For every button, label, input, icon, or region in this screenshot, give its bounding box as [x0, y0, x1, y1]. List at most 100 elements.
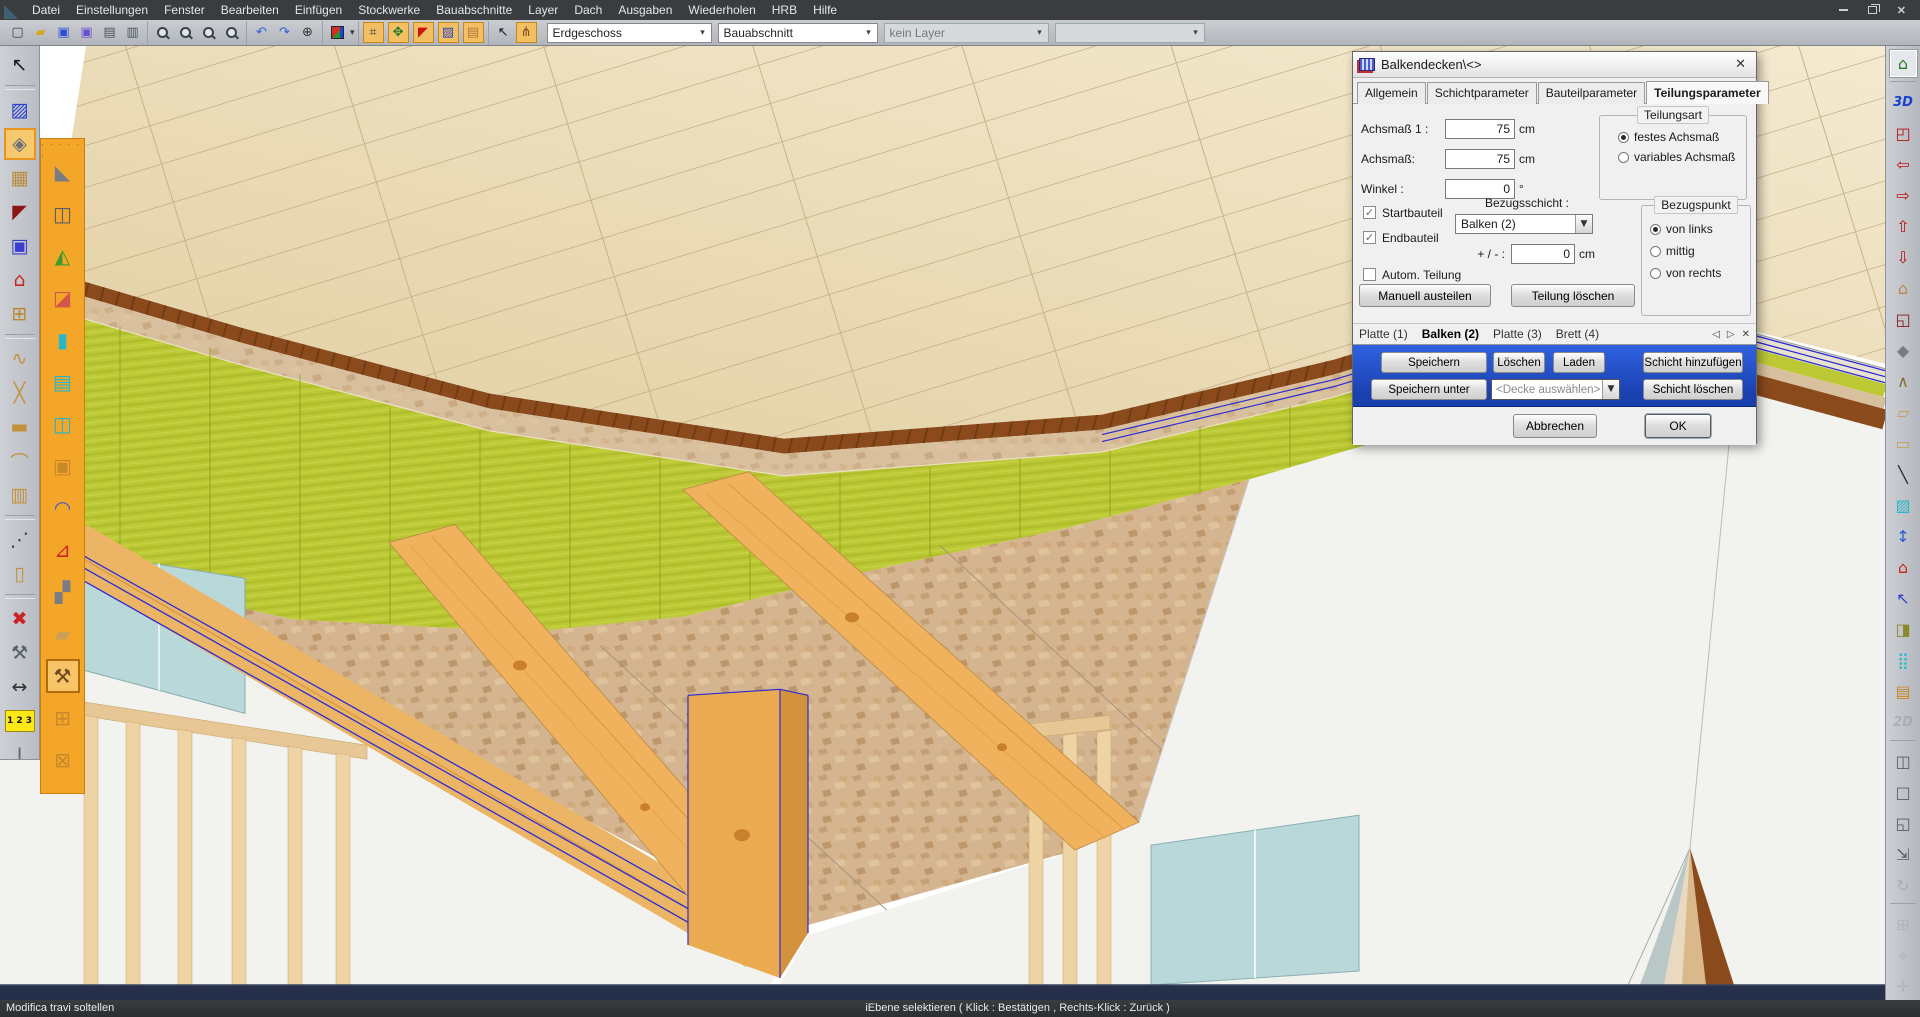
speichern-button[interactable]: Speichern	[1381, 352, 1487, 373]
combo-arrow-icon[interactable]: ▾	[1188, 28, 1204, 38]
layer-prev-icon[interactable]: ◁	[1712, 329, 1720, 340]
dimension-tool[interactable]: ↔	[4, 671, 36, 703]
plank-pile-tool[interactable]: ▰	[46, 617, 80, 651]
view-icon[interactable]	[1890, 81, 1916, 85]
section-combo[interactable]: Bauabschnitt ▾	[718, 23, 878, 43]
dialog-tab[interactable]: Teilungsparameter	[1646, 81, 1768, 104]
menu-item[interactable]: Fenster	[156, 0, 213, 20]
center-target-icon[interactable]: ⊕	[297, 22, 318, 43]
layer-tab[interactable]: Brett (4)	[1556, 327, 1599, 341]
ok-button[interactable]: OK	[1645, 414, 1711, 438]
dialog-tab[interactable]: Bauteilparameter	[1538, 82, 1645, 104]
measure-arrows-icon[interactable]: ✥	[388, 22, 409, 43]
roof-cut-view[interactable]: ◆	[1890, 337, 1917, 364]
menu-item[interactable]: Bearbeiten	[213, 0, 287, 20]
step-tool[interactable]: ▞	[46, 575, 80, 609]
checkbox-option[interactable]: ✓ Endbauteil	[1363, 225, 1443, 250]
line-tool[interactable]: ⋰	[4, 524, 36, 556]
zoom-in-icon[interactable]	[152, 22, 173, 43]
field-input[interactable]: 75	[1445, 149, 1515, 169]
schicht-loeschen-button[interactable]: Schicht löschen	[1643, 379, 1743, 400]
pointer-mode-icon[interactable]: ↖	[493, 22, 514, 43]
menu-item[interactable]: HRB	[764, 0, 805, 20]
loeschen-button[interactable]: Löschen	[1493, 352, 1545, 373]
mirror-tool[interactable]: ◭	[46, 239, 80, 273]
door-plus-tool[interactable]: ⊞	[46, 701, 80, 735]
select-tool[interactable]: ↖	[4, 49, 36, 81]
radio-option[interactable]: von links	[1650, 222, 1750, 236]
laden-button[interactable]: Laden	[1553, 352, 1605, 373]
new-file-icon[interactable]: ▢	[7, 22, 28, 43]
window-tool[interactable]: ▦	[4, 162, 36, 194]
dialog-tab[interactable]: Schichtparameter	[1427, 82, 1537, 104]
decke-auswaehlen-combo[interactable]: <Decke auswählen> ▼	[1491, 379, 1620, 400]
combo-arrow-icon[interactable]: ▾	[861, 28, 877, 38]
diagonal-tool[interactable]: ╲	[1890, 461, 1917, 488]
covering-tool[interactable]: ⊞	[4, 298, 36, 330]
menu-item[interactable]: Stockwerke	[350, 0, 428, 20]
radio-option[interactable]: von rechts	[1650, 266, 1750, 280]
menu-item[interactable]: Layer	[520, 0, 566, 20]
offset-input[interactable]: 0	[1511, 244, 1575, 264]
view-left[interactable]: ⇦	[1890, 151, 1917, 178]
triangle-tool[interactable]: ◣	[46, 155, 80, 189]
box-tool[interactable]: ▮	[46, 323, 80, 357]
window-split-icon[interactable]: ◱	[1890, 810, 1917, 837]
redo-icon[interactable]: ↷	[274, 22, 295, 43]
points-panel-icon[interactable]: ⣿	[1890, 647, 1917, 674]
print-preview-icon[interactable]: ▥	[122, 22, 143, 43]
flyout-handle[interactable]: · · · · · ·	[41, 139, 84, 151]
dialog-titlebar[interactable]: Balkendecken\<> ✕	[1353, 52, 1756, 78]
truss-view[interactable]: ∧	[1890, 368, 1917, 395]
plane-view[interactable]: ▱	[1890, 399, 1917, 426]
timber-tool[interactable]: ▬	[4, 411, 36, 443]
view-icon[interactable]	[1890, 903, 1916, 907]
view-2d[interactable]: 2D	[1890, 709, 1917, 736]
layout-tool[interactable]: ◫	[46, 407, 80, 441]
open-folder-icon[interactable]: ▰	[30, 22, 51, 43]
view-right[interactable]: ⇨	[1890, 182, 1917, 209]
undo-icon[interactable]: ↶	[251, 22, 272, 43]
radio-option[interactable]: festes Achsmaß	[1618, 130, 1746, 144]
tool-icon[interactable]	[5, 594, 35, 599]
menu-item[interactable]: Wiederholen	[680, 0, 763, 20]
menu-item[interactable]: Einfügen	[287, 0, 350, 20]
menu-item[interactable]: Hilfe	[805, 0, 845, 20]
select-element-tool[interactable]: ↖	[1890, 585, 1917, 612]
print-icon[interactable]: ▤	[99, 22, 120, 43]
ceiling-tool[interactable]: ◈	[4, 128, 36, 160]
arc-tool[interactable]: ⌒	[4, 445, 36, 477]
field-input[interactable]: 75	[1445, 119, 1515, 139]
ref-edge-icon[interactable]: ⊞	[1890, 911, 1917, 938]
checkbox-option[interactable]: ✓ Startbauteil	[1363, 200, 1443, 225]
menu-item[interactable]: Einstellungen	[68, 0, 156, 20]
teilung-loeschen-button[interactable]: Teilung löschen	[1511, 284, 1635, 307]
radio-option[interactable]: mittig	[1650, 244, 1750, 258]
save-icon[interactable]: ▣	[53, 22, 74, 43]
rotate-view-icon[interactable]: ↻	[1890, 872, 1917, 899]
combo-arrow-icon[interactable]: ▾	[1032, 28, 1048, 38]
section-view[interactable]: ▨	[1890, 492, 1917, 519]
dropdown-arrow-icon[interactable]: ▼	[1602, 380, 1619, 399]
repair-tool[interactable]: ⚒	[4, 637, 36, 669]
view-cube-icon[interactable]	[327, 22, 348, 43]
column-tool[interactable]: ▯	[4, 558, 36, 590]
radio-option[interactable]: variables Achsmaß	[1618, 150, 1746, 164]
menu-item[interactable]: Bauabschnitte	[428, 0, 520, 20]
house-tool[interactable]: ⌂	[4, 264, 36, 296]
cross-icon[interactable]: ✛	[1890, 973, 1917, 1000]
menu-item[interactable]: Datei	[24, 0, 68, 20]
beam-view[interactable]: ▭	[1890, 430, 1917, 457]
dome-tool[interactable]: ◠	[46, 491, 80, 525]
window-full-icon[interactable]: □	[1890, 779, 1917, 806]
truss-tool[interactable]: ⊿	[46, 533, 80, 567]
schicht-hinzufuegen-button[interactable]: Schicht hinzufügen	[1643, 352, 1743, 373]
frame-tool[interactable]: ▣	[46, 449, 80, 483]
hatch-plane-icon[interactable]: ▨	[438, 22, 459, 43]
door-hammer-tool[interactable]: ⊠	[46, 743, 80, 777]
zoom-select-icon[interactable]	[221, 22, 242, 43]
roof-tool[interactable]: ◤	[4, 196, 36, 228]
level-icon[interactable]: ⌖	[1890, 942, 1917, 969]
view-3d[interactable]: 3D	[1890, 89, 1917, 116]
window-shrink-icon[interactable]: ⇲	[1890, 841, 1917, 868]
